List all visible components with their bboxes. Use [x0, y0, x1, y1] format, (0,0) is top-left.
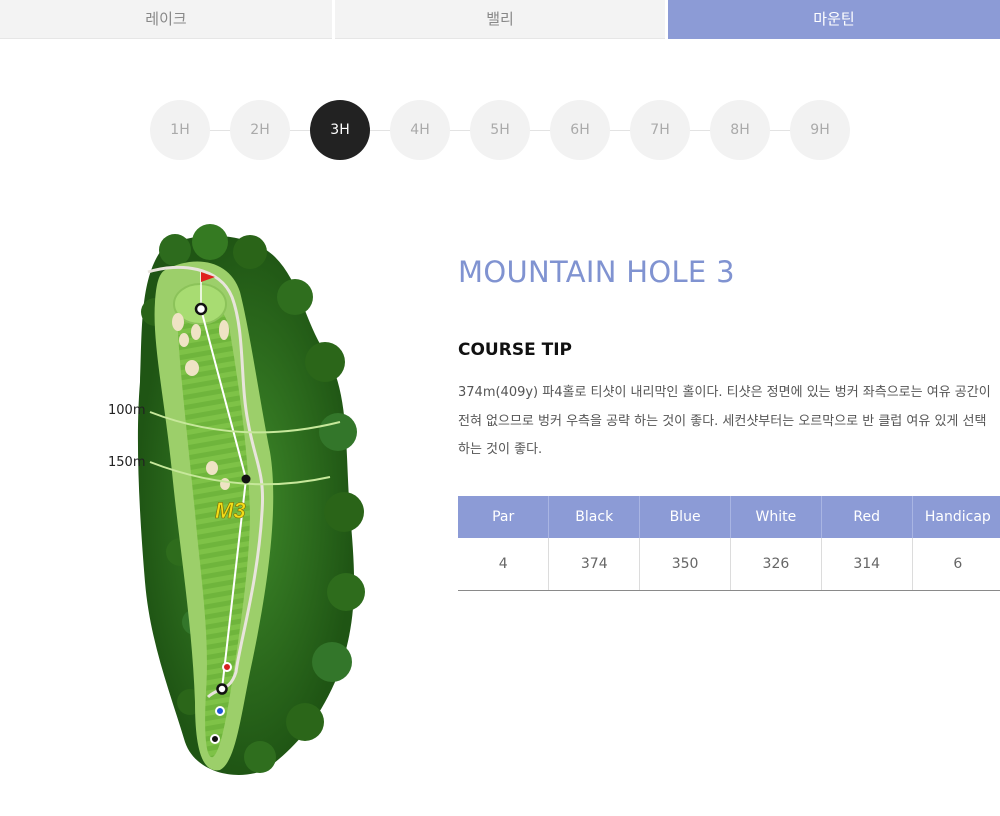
hole-title: MOUNTAIN HOLE 3 [458, 255, 735, 289]
course-tip-text: 374m(409y) 파4홀로 티샷이 내리막인 홀이다. 티샷은 정면에 있는… [458, 379, 1000, 465]
bunker [191, 324, 201, 340]
course-tip-line: 하는 것이 좋다. [458, 442, 543, 457]
header-blue: Blue [639, 496, 731, 538]
header-handicap: Handicap [911, 496, 1000, 538]
hole-selector: 1H 2H 3H 4H 5H 6H 7H 8H 9H [150, 100, 850, 160]
tab-mountain[interactable]: 마운틴 [668, 0, 1000, 39]
bunker [185, 360, 199, 376]
bunker [179, 333, 189, 347]
tee-red-marker [222, 662, 232, 672]
header-red: Red [820, 496, 913, 538]
distance-label-150: 150m [108, 455, 146, 470]
hole-button-9[interactable]: 9H [790, 100, 850, 160]
bunker [219, 320, 229, 340]
table-row: 4 374 350 326 314 6 [458, 538, 1000, 591]
course-tabs: 레이크 밸리 마운틴 [0, 0, 1000, 40]
hole-button-2[interactable]: 2H [230, 100, 290, 160]
cell-white: 326 [729, 538, 822, 591]
cell-blue: 350 [639, 538, 731, 591]
course-tip-line: 374m(409y) 파4홀로 티샷이 내리막인 홀이다. 티샷은 정면에 있는… [458, 385, 991, 400]
cell-black: 374 [548, 538, 640, 591]
cell-par: 4 [458, 538, 549, 591]
hole-button-6[interactable]: 6H [550, 100, 610, 160]
cell-red: 314 [820, 538, 913, 591]
bunker [206, 461, 218, 475]
header-par: Par [458, 496, 549, 538]
tab-valley[interactable]: 밸리 [335, 0, 665, 39]
hole-button-1[interactable]: 1H [150, 100, 210, 160]
course-tip-line: 전혀 없으므로 벙커 우측을 공략 하는 것이 좋다. 세컨샷부터는 오르막으로… [458, 413, 987, 429]
tab-lake[interactable]: 레이크 [0, 0, 332, 39]
header-black: Black [548, 496, 640, 538]
hole-map-label: M3 [215, 498, 246, 523]
hole-stats-table: Par Black Blue White Red Handicap 4 374 … [458, 496, 1000, 591]
hole-map: M3 [137, 224, 365, 775]
course-tip-heading: COURSE TIP [458, 340, 572, 360]
hole-button-8[interactable]: 8H [710, 100, 770, 160]
distance-label-100: 100m [108, 403, 146, 418]
hole-button-7[interactable]: 7H [630, 100, 690, 160]
pin-marker [194, 302, 208, 316]
hole-button-5[interactable]: 5H [470, 100, 530, 160]
hole-button-4[interactable]: 4H [390, 100, 450, 160]
table-header-row: Par Black Blue White Red Handicap [458, 496, 1000, 538]
header-white: White [729, 496, 822, 538]
tee-blue-marker [215, 706, 225, 716]
bunker [172, 313, 184, 331]
bunker [220, 478, 230, 490]
hole-button-3[interactable]: 3H [310, 100, 370, 160]
tee-black-marker [210, 734, 220, 744]
tee-white-marker [216, 683, 228, 695]
landing-marker [241, 474, 251, 484]
cell-handicap: 6 [911, 538, 1000, 591]
